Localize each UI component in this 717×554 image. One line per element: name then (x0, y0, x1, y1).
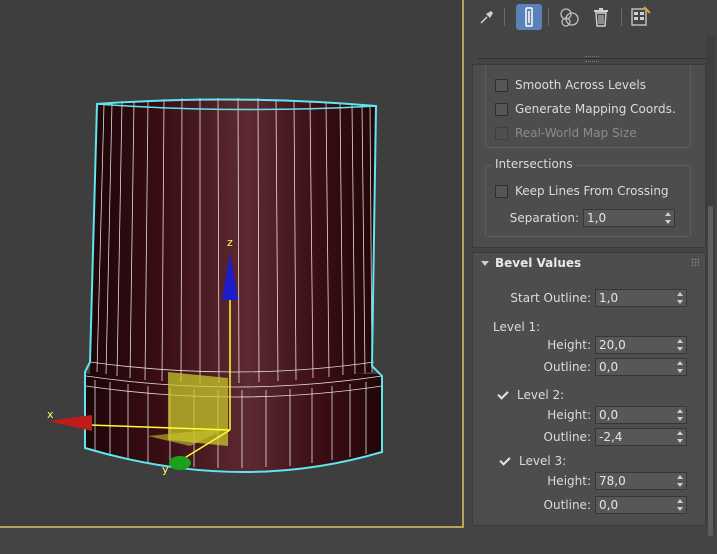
level-1-label: Level 1: (493, 320, 541, 334)
bevel-values-header[interactable]: Bevel Values (473, 253, 705, 275)
separation-spinner[interactable]: 1,0 (583, 209, 675, 227)
start-outline-row: Start Outline: 1,0 (473, 289, 687, 307)
level-2-height-row: Height: 0,0 (473, 406, 687, 424)
level-3-row[interactable]: Level 3: (499, 452, 566, 470)
bevel-values-title: Bevel Values (495, 256, 582, 270)
level-2-height-spinner[interactable]: 0,0 (595, 406, 687, 424)
splitter-grip[interactable] (585, 56, 599, 62)
pin-stack-icon (480, 11, 493, 24)
pin-stack-button[interactable] (474, 4, 500, 30)
scrollbar-thumb[interactable] (708, 206, 713, 536)
separation-label: Separation: (509, 211, 579, 225)
collapse-triangle-icon (481, 261, 489, 266)
real-world-map-size-label: Real-World Map Size (515, 126, 637, 140)
start-outline-spinner[interactable]: 1,0 (595, 289, 687, 307)
x-axis-label: x (47, 408, 54, 421)
real-world-map-size-checkbox (495, 126, 508, 140)
smooth-across-levels-checkbox[interactable] (495, 78, 508, 92)
spinner-arrows[interactable] (676, 499, 683, 511)
rollout-area: Smooth Across Levels Generate Mapping Co… (472, 64, 706, 528)
keep-lines-from-crossing-label: Keep Lines From Crossing (515, 184, 669, 198)
level-2-row[interactable]: Level 2: (497, 386, 564, 404)
spinner-arrows[interactable] (676, 409, 683, 421)
level-1-outline-spinner[interactable]: 0,0 (595, 358, 687, 376)
level-3-outline-label: Outline: (543, 498, 591, 512)
separation-row: Separation: 1,0 (495, 209, 675, 227)
level-1-outline-row: Outline: 0,0 (473, 358, 687, 376)
configure-modifier-sets-icon (631, 6, 651, 26)
modifier-stack-toolbar (466, 0, 717, 34)
command-panel: Smooth Across Levels Generate Mapping Co… (466, 0, 717, 554)
level-1-outline-value[interactable]: 0,0 (596, 360, 618, 374)
spinner-arrows[interactable] (676, 361, 683, 373)
real-world-map-size-row: Real-World Map Size (495, 124, 637, 142)
show-end-result-button[interactable] (516, 4, 542, 30)
cylinder-body (90, 100, 376, 383)
start-outline-value[interactable]: 1,0 (596, 291, 618, 305)
generate-mapping-coords-checkbox[interactable] (495, 102, 508, 116)
level-1-height-spinner[interactable]: 20,0 (595, 336, 687, 354)
level-1-height-label: Height: (547, 338, 591, 352)
level-3-height-spinner[interactable]: 78,0 (595, 472, 687, 490)
level-3-height-value[interactable]: 78,0 (596, 474, 626, 488)
surface-rollout: Smooth Across Levels Generate Mapping Co… (472, 64, 706, 248)
level-3-height-label: Height: (547, 474, 591, 488)
level-1-height-row: Height: 20,0 (473, 336, 687, 354)
level-3-outline-spinner[interactable]: 0,0 (595, 496, 687, 514)
spinner-arrows[interactable] (676, 431, 683, 443)
keep-lines-from-crossing-checkbox[interactable] (495, 184, 508, 198)
level-2-checkbox[interactable] (497, 389, 510, 402)
configure-modifier-sets-button[interactable] (628, 4, 654, 30)
level-3-height-row: Height: 78,0 (473, 472, 687, 490)
remove-modifier-button[interactable] (588, 4, 614, 30)
level-2-outline-value[interactable]: -2,4 (596, 430, 622, 444)
make-unique-button[interactable] (556, 4, 582, 30)
level-2-height-value[interactable]: 0,0 (596, 408, 618, 422)
level-1-height-value[interactable]: 20,0 (596, 338, 626, 352)
panel-scrollbar[interactable] (706, 36, 715, 536)
base-ring (85, 374, 382, 472)
level-2-outline-row: Outline: -2,4 (473, 428, 687, 446)
toolbar-separator (504, 8, 505, 26)
make-unique-icon (560, 8, 579, 27)
level-2-outline-label: Outline: (543, 430, 591, 444)
viewport-scene: z x y (47, 97, 383, 476)
spinner-arrows[interactable] (676, 339, 683, 351)
start-outline-label: Start Outline: (510, 291, 591, 305)
level-3-label: Level 3: (519, 454, 567, 468)
smooth-across-levels-label: Smooth Across Levels (515, 78, 646, 92)
separation-value[interactable]: 1,0 (584, 211, 606, 225)
rollout-grip-icon (691, 258, 699, 266)
spinner-arrows[interactable] (676, 292, 683, 304)
level-3-outline-value[interactable]: 0,0 (596, 498, 618, 512)
generate-mapping-coords-row[interactable]: Generate Mapping Coords. (495, 100, 676, 118)
spinner-arrows[interactable] (676, 475, 683, 487)
level-2-label: Level 2: (517, 388, 565, 402)
show-end-result-icon (525, 7, 533, 27)
level-1-outline-label: Outline: (543, 360, 591, 374)
smooth-across-levels-row[interactable]: Smooth Across Levels (495, 76, 646, 94)
bevel-values-rollout: Bevel Values Start Outline: 1,0 Level 1:… (472, 252, 706, 526)
keep-lines-from-crossing-row[interactable]: Keep Lines From Crossing (495, 182, 669, 200)
y-axis-label: y (162, 463, 169, 476)
toolbar-separator (548, 8, 549, 26)
toolbar-separator (621, 8, 622, 26)
remove-modifier-icon (594, 8, 608, 27)
level-2-outline-spinner[interactable]: -2,4 (595, 428, 687, 446)
spinner-arrows[interactable] (664, 212, 671, 224)
level-2-height-label: Height: (547, 408, 591, 422)
z-axis-label: z (227, 236, 233, 249)
generate-mapping-coords-label: Generate Mapping Coords. (515, 102, 676, 116)
level-3-checkbox[interactable] (499, 455, 512, 468)
intersections-title: Intersections (492, 157, 576, 171)
level-3-outline-row: Outline: 0,0 (473, 496, 687, 514)
perspective-viewport[interactable]: z x y (0, 0, 464, 528)
